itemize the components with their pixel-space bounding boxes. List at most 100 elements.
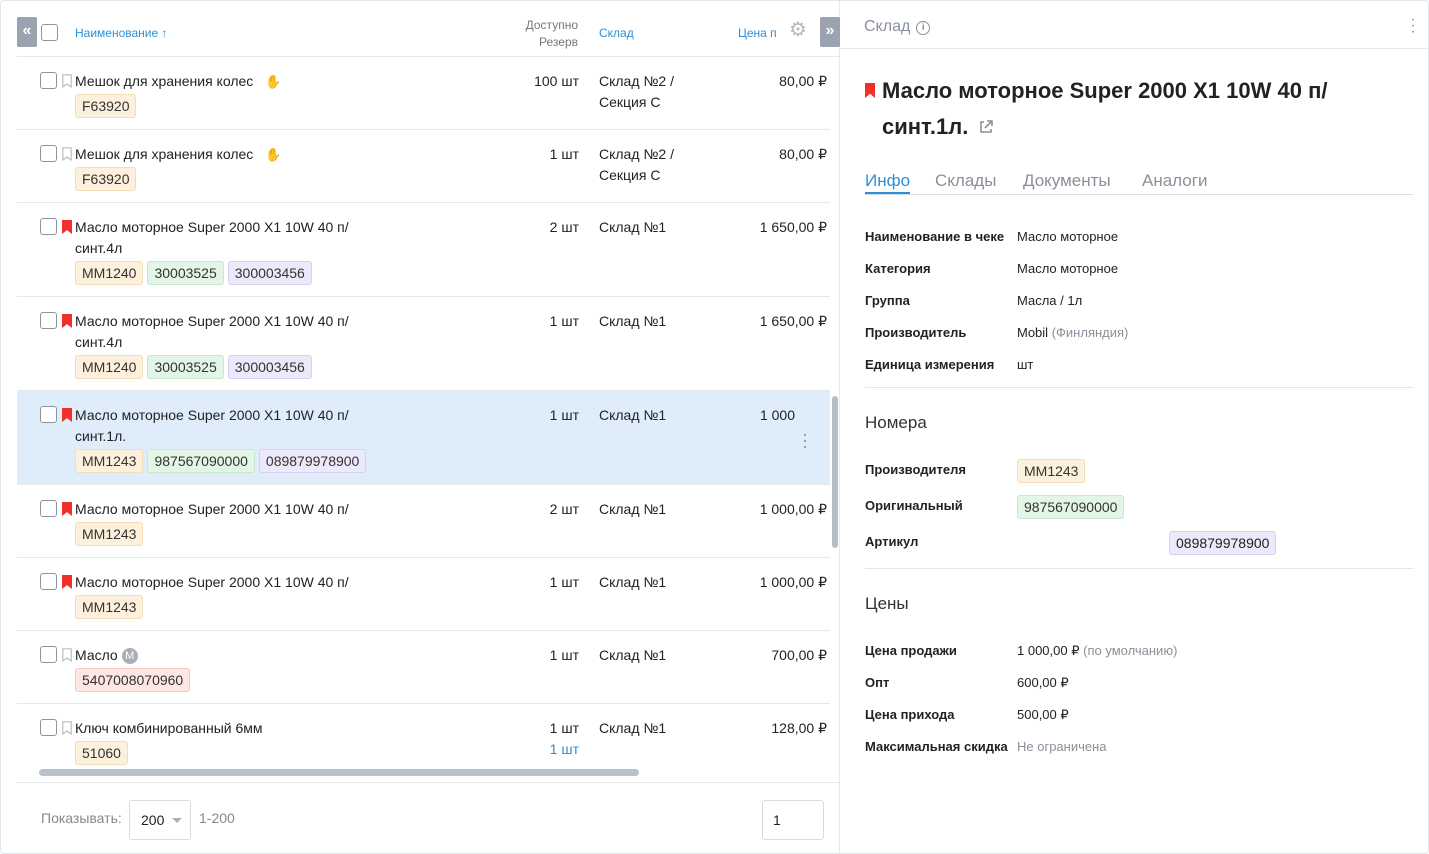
code-tag[interactable]: MM1240 <box>75 355 144 379</box>
reserve-value[interactable]: 1 шт <box>550 739 579 760</box>
product-name[interactable]: Масло моторное Super 2000 X1 10W 40 п/ с… <box>75 405 365 447</box>
warehouse-cell: Склад №1 <box>599 219 667 235</box>
product-name[interactable]: Мешок для хранения колес ✋ <box>75 71 365 92</box>
code-tag[interactable]: F63920 <box>75 94 137 118</box>
warehouse-cell: Склад №1 <box>599 407 667 423</box>
table-row[interactable]: Мешок для хранения колес ✋ F63920 1 шт Склад… <box>17 130 830 203</box>
row-checkbox[interactable] <box>40 312 57 329</box>
code-tag[interactable]: 30003525 <box>147 355 224 379</box>
code-tag[interactable]: F63920 <box>75 167 137 191</box>
code-tag[interactable]: 300003456 <box>227 355 312 379</box>
bookmark-icon[interactable] <box>62 648 72 663</box>
page-size-label: Показывать: <box>41 810 122 826</box>
tab-warehouses[interactable]: Склады <box>935 171 996 191</box>
available-value: 1 шт <box>549 720 579 736</box>
table-row[interactable]: Масло моторное Super 2000 X1 10W 40 п/ с… <box>17 297 830 391</box>
bookmark-icon[interactable] <box>62 147 72 162</box>
range-label: 1-200 <box>199 810 235 826</box>
tab-info[interactable]: Инфо <box>865 171 911 194</box>
row-checkbox[interactable] <box>40 145 57 162</box>
code-tag[interactable]: 30003525 <box>147 261 224 285</box>
price-cell: 128,00 ₽ <box>771 720 827 736</box>
price-value-text: 600,00 ₽ <box>1017 675 1069 690</box>
row-checkbox[interactable] <box>40 719 57 736</box>
row-checkbox[interactable] <box>40 500 57 517</box>
row-checkbox[interactable] <box>40 573 57 590</box>
table-row[interactable]: Масло моторное Super 2000 X1 10W 40 п/си… <box>17 485 830 558</box>
bookmark-icon[interactable] <box>62 74 72 89</box>
available-quantity: 2 шт <box>550 217 579 238</box>
info-icon[interactable]: i <box>916 21 931 35</box>
code-tag[interactable]: MM1243 <box>1017 459 1086 483</box>
column-header-price[interactable]: Цена п <box>738 26 777 40</box>
bookmark-icon[interactable] <box>62 408 72 422</box>
kebab-menu-icon[interactable]: · · · <box>1410 12 1416 40</box>
tab-documents[interactable]: Документы <box>1023 171 1111 191</box>
code-tags: F63920 <box>75 167 140 191</box>
bookmark-icon[interactable] <box>62 314 72 328</box>
bookmark-icon[interactable] <box>62 575 72 589</box>
product-name[interactable]: Мешок для хранения колес ✋ <box>75 144 365 165</box>
code-tag[interactable]: 5407008070960 <box>75 668 191 692</box>
table-row[interactable]: Мешок для хранения колес ✋ F63920 100 шт Скл… <box>17 57 830 130</box>
code-tag[interactable]: 987567090000 <box>147 449 255 473</box>
header-available-label: Доступно <box>525 18 578 32</box>
tab-analogs[interactable]: Аналоги <box>1142 171 1207 191</box>
price-value: 1 000,00 ₽ (по умолчанию) <box>1017 643 1177 659</box>
product-name[interactable]: Масло моторное Super 2000 X1 10W 40 п/ с… <box>75 311 365 353</box>
page-number-input[interactable]: 1 <box>762 800 824 840</box>
row-checkbox[interactable] <box>40 72 57 89</box>
bookmark-icon[interactable] <box>62 721 72 736</box>
code-tag[interactable]: 51060 <box>75 741 128 765</box>
external-link-icon[interactable] <box>978 119 994 135</box>
price-cell: 700,00 ₽ <box>771 647 827 663</box>
gear-icon[interactable]: ⚙ <box>789 20 809 40</box>
select-all-checkbox[interactable] <box>41 24 58 41</box>
horizontal-scrollbar[interactable] <box>39 769 639 776</box>
bookmark-icon[interactable] <box>62 502 72 516</box>
code-tags: MM1243 987567090000 089879978900 <box>75 449 370 473</box>
code-tags: 5407008070960 <box>75 668 194 692</box>
code-tag[interactable]: MM1243 <box>75 522 144 546</box>
table-row[interactable]: Масло моторное Super 2000 X1 10W 40 п/ с… <box>17 391 830 485</box>
row-menu-icon[interactable]: · · · <box>802 425 808 455</box>
expand-detail-button[interactable]: » <box>820 17 840 47</box>
page-size-select[interactable]: 200 <box>129 800 191 840</box>
detail-panel-title: Склад i <box>864 18 931 36</box>
number-label: Производителя <box>865 462 966 477</box>
detail-panel-title-text: Склад <box>864 18 911 35</box>
code-tag[interactable]: 089879978900 <box>1169 531 1277 555</box>
product-title-text: Масло моторное Super 2000 X1 10W 40 п/си… <box>882 78 1328 139</box>
column-header-name[interactable]: Наименование ↑ <box>75 26 168 40</box>
vertical-scrollbar[interactable] <box>832 396 838 548</box>
product-name[interactable]: Ключ комбинированный 6мм <box>75 718 365 739</box>
price-value: Не ограничена <box>1017 739 1107 754</box>
manual-badge: M <box>121 648 138 664</box>
row-checkbox[interactable] <box>40 406 57 423</box>
column-header-warehouse[interactable]: Склад <box>599 26 634 40</box>
table-row[interactable]: Масло M 5407008070960 1 шт Склад №1 700,00 ₽ <box>17 631 830 704</box>
code-tag[interactable]: MM1240 <box>75 261 144 285</box>
code-tag[interactable]: MM1243 <box>75 449 144 473</box>
code-tag[interactable]: 300003456 <box>227 261 312 285</box>
list-header: « Наименование ↑ Доступно Резерв Склад Ц… <box>17 1 840 57</box>
price-label: Максимальная скидка <box>865 739 1008 754</box>
table-row[interactable]: Масло моторное Super 2000 X1 10W 40 п/ с… <box>17 203 830 297</box>
table-row[interactable]: Масло моторное Super 2000 X1 10W 40 п/си… <box>17 558 830 631</box>
warehouse-cell: Склад №1 <box>599 720 667 736</box>
bookmark-icon[interactable] <box>62 220 72 234</box>
warehouse-cell: Склад №1 <box>599 313 667 329</box>
row-checkbox[interactable] <box>40 646 57 663</box>
row-checkbox[interactable] <box>40 218 57 235</box>
table-row[interactable]: Ключ комбинированный 6мм 51060 1 шт 1 шт Скл… <box>17 704 830 773</box>
price-note: Не ограничена <box>1017 739 1107 754</box>
product-name[interactable]: Масло M <box>75 645 365 666</box>
collapse-left-button[interactable]: « <box>17 17 37 47</box>
available-value: 100 шт <box>534 73 579 89</box>
code-tag[interactable]: 987567090000 <box>1017 495 1125 519</box>
code-tag[interactable]: MM1243 <box>75 595 144 619</box>
code-tags: F63920 <box>75 94 140 118</box>
code-tag[interactable]: 089879978900 <box>258 449 367 473</box>
product-name[interactable]: Масло моторное Super 2000 X1 10W 40 п/ с… <box>75 217 365 259</box>
info-label: Производитель <box>865 325 967 340</box>
